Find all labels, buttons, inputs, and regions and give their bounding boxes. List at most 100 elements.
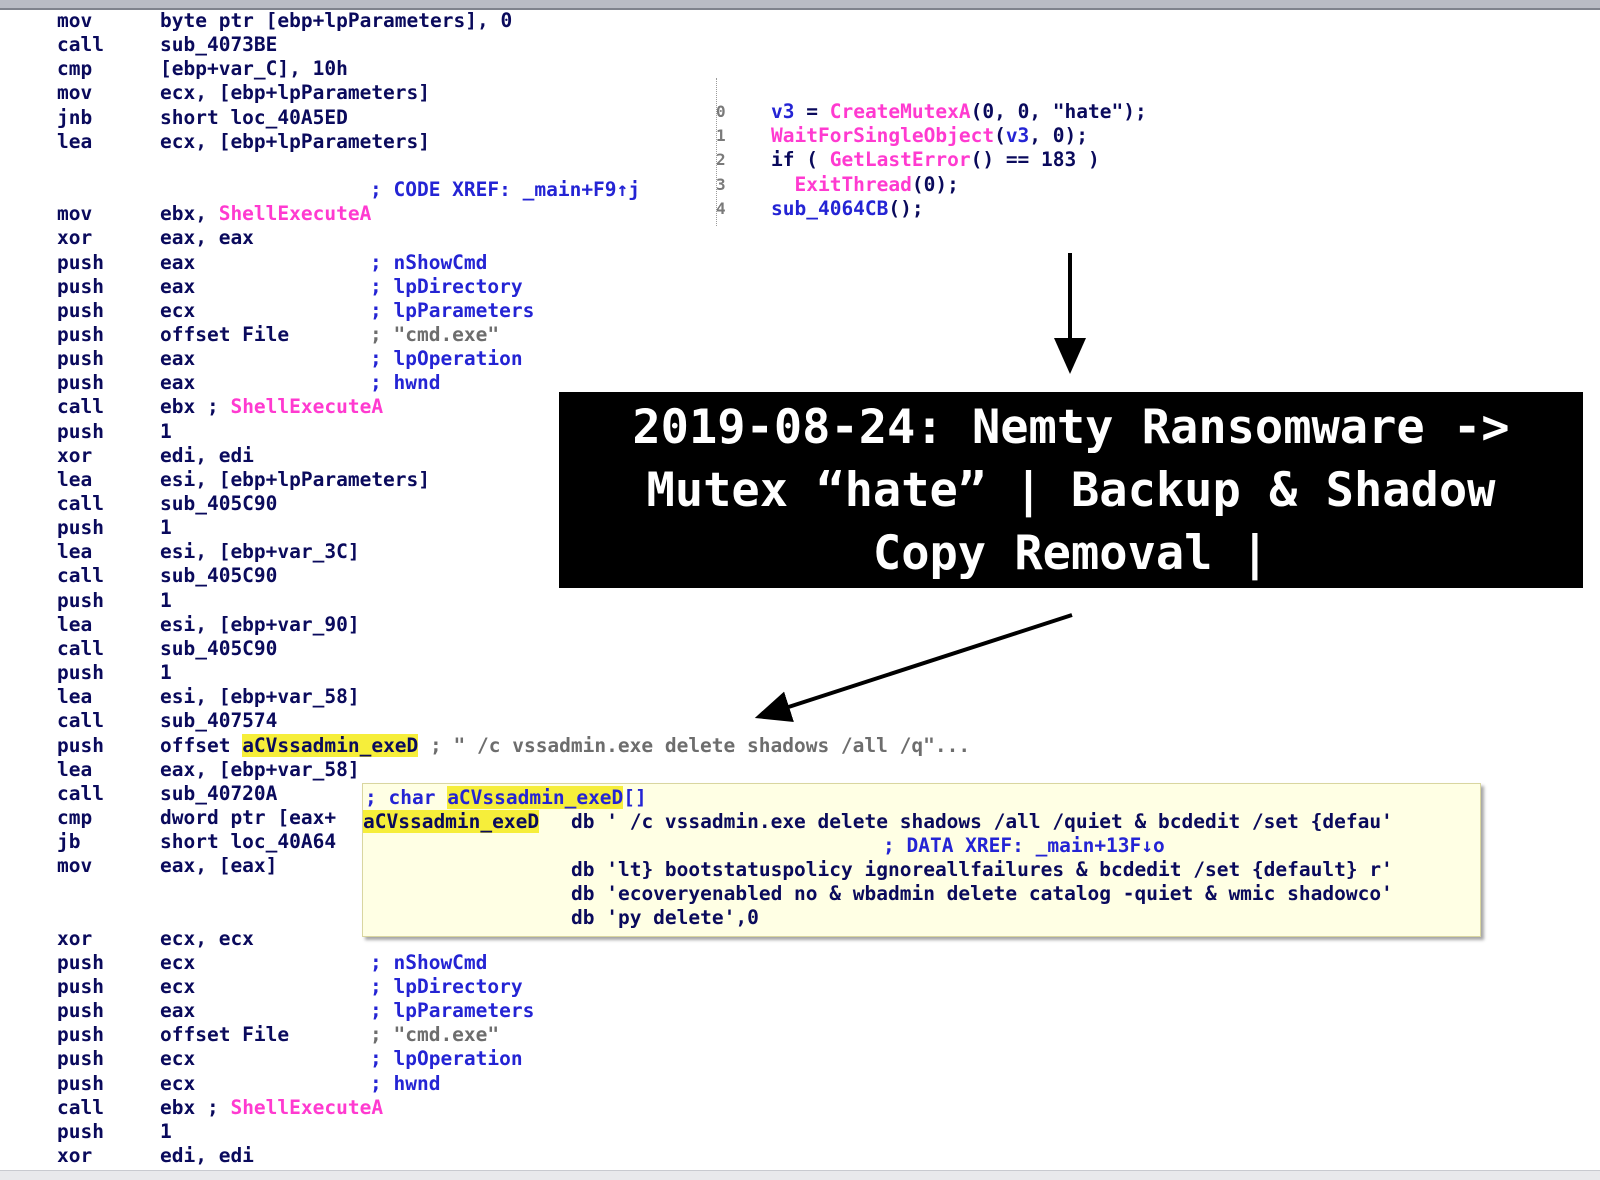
pseudocode-text: WaitForSingleObject(v3, 0); — [771, 124, 1088, 148]
operand: ecx — [160, 950, 196, 974]
operand: 1 — [160, 661, 172, 685]
mnemonic: call — [57, 564, 104, 588]
api-name: ShellExecuteA — [218, 202, 372, 226]
tooltip-symbol: aCVssadmin_exeD — [363, 810, 540, 833]
operand: ecx, [ebp+lpParameters] — [160, 129, 431, 153]
operand: eax — [160, 250, 196, 274]
operand: sub_4073BE — [160, 33, 278, 57]
mnemonic: lea — [57, 685, 93, 709]
operand: sub_405C90 — [160, 636, 278, 660]
mnemonic: lea — [57, 129, 93, 153]
comment: ; nShowCmd — [370, 950, 488, 974]
mnemonic: mov — [57, 81, 93, 105]
mnemonic: call — [57, 781, 104, 805]
mnemonic: jnb — [57, 105, 93, 129]
banner-line-3: Copy Removal | — [872, 525, 1270, 581]
mnemonic: mov — [57, 202, 93, 226]
pseudocode-text: if ( GetLastError() == 183 ) — [771, 148, 1100, 172]
code-token: GetLastError — [829, 148, 971, 172]
operand: ebx ; ShellExecuteA — [160, 395, 384, 419]
mnemonic: push — [57, 250, 104, 274]
mnemonic: push — [57, 1047, 104, 1071]
header-suffix: [] — [623, 786, 647, 809]
operand: sub_405C90 — [160, 564, 278, 588]
code-token: (); — [888, 196, 924, 220]
comment: ; lpParameters — [370, 999, 535, 1023]
mnemonic: push — [57, 516, 104, 540]
operand: offset File — [160, 1023, 290, 1047]
code-token: WaitForSingleObject — [771, 124, 995, 148]
mnemonic: lea — [57, 467, 93, 491]
mnemonic: lea — [57, 540, 93, 564]
mnemonic: call — [57, 492, 104, 515]
mnemonic: mov — [57, 9, 93, 32]
comment: ; "cmd.exe" — [370, 1023, 500, 1047]
operand: eax, [eax] — [160, 854, 278, 878]
code-token: ( — [994, 124, 1006, 148]
operand: ebx, ShellExecuteA — [160, 202, 372, 226]
mnemonic: push — [57, 1119, 104, 1143]
operand: eax, eax — [160, 226, 254, 250]
operand: sub_405C90 — [160, 492, 278, 515]
code-token: = — [794, 100, 830, 123]
operand: ecx, ecx — [160, 926, 254, 950]
tooltip-db-line: db 'ecoveryenabled no & wbadmin delete c… — [571, 882, 1393, 906]
db-text: db 'ecoveryenabled no & wbadmin delete c… — [571, 882, 1393, 905]
code-token: ExitThread — [794, 172, 912, 196]
operand: ecx — [160, 298, 196, 322]
line-number: 2 — [716, 150, 726, 170]
mnemonic: call — [57, 395, 104, 419]
operand: offset aCVssadmin_exeD ; " /c vssadmin.e… — [160, 733, 971, 758]
operand: esi, [ebp+var_3C] — [160, 540, 360, 564]
comment: ; " /c vssadmin.exe delete shadows /all … — [418, 733, 971, 757]
mnemonic: push — [57, 419, 104, 443]
operand: edi, edi — [160, 1144, 254, 1168]
tooltip-db-line: db 'py delete',0 — [571, 906, 759, 930]
operand: eax — [160, 999, 196, 1023]
comment: ; hwnd — [370, 1071, 441, 1095]
db-text: db ' /c vssadmin.exe delete shadows /all… — [571, 810, 1393, 833]
operand: sub_407574 — [160, 709, 278, 733]
mnemonic: push — [57, 347, 104, 371]
tooltip-header: ; char aCVssadmin_exeD[] — [365, 786, 647, 810]
title-banner: 2019-08-24: Nemty Ransomware -> Mutex “h… — [559, 392, 1583, 588]
line-number: 1 — [716, 126, 726, 146]
pseudocode-panel[interactable]: 0 v3 = CreateMutexA(0, 0, "hate"); 1 WaitFo… — [716, 78, 1257, 226]
mnemonic: push — [57, 322, 104, 346]
comment: ; "cmd.exe" — [370, 322, 500, 346]
operand: esi, [ebp+lpParameters] — [160, 467, 431, 491]
operand: ecx — [160, 975, 196, 998]
operand: esi, [ebp+var_90] — [160, 612, 360, 636]
pseudocode-text: v3 = CreateMutexA(0, 0, "hate"); — [771, 100, 1147, 124]
mnemonic: push — [57, 298, 104, 322]
code-token: if ( — [771, 148, 830, 172]
tooltip-db-line: db ' /c vssadmin.exe delete shadows /all… — [571, 810, 1393, 834]
tooltip-symbol-row: aCVssadmin_exeD — [363, 810, 540, 834]
mnemonic: call — [57, 1095, 104, 1119]
mnemonic: push — [57, 274, 104, 298]
operand: byte ptr [ebp+lpParameters], 0 — [160, 9, 513, 32]
mnemonic: lea — [57, 757, 93, 781]
operand: 1 — [160, 1119, 172, 1143]
string-tooltip: ; char aCVssadmin_exeD[] aCVssadmin_exeD;… — [362, 783, 1481, 937]
operand: short loc_40A64 — [160, 830, 337, 854]
db-text: db 'py delete',0 — [571, 906, 759, 929]
comment: ; lpParameters — [370, 298, 535, 322]
tooltip-xref: ; DATA XREF: _main+13F↓o — [883, 834, 1165, 858]
api-name: ShellExecuteA — [230, 1095, 384, 1119]
api-name: ShellExecuteA — [230, 395, 384, 419]
xref-text: ; DATA XREF: _main+13F↓o — [883, 834, 1165, 857]
code-token: sub_4064CB — [771, 196, 889, 220]
operand: dword ptr [eax+ — [160, 805, 337, 829]
operand: esi, [ebp+var_58] — [160, 685, 360, 709]
code-token: (0, 0, "hate"); — [970, 100, 1147, 123]
mnemonic: cmp — [57, 57, 93, 81]
mnemonic: xor — [57, 926, 93, 950]
pseudocode-text: sub_4064CB(); — [771, 197, 924, 221]
tooltip-db-line: db 'lt} bootstatuspolicy ignoreallfailur… — [571, 858, 1393, 882]
code-token: () == 183 ) — [970, 148, 1100, 172]
highlighted-symbol: aCVssadmin_exeD — [242, 733, 419, 757]
operand: eax — [160, 371, 196, 395]
comment: ; hwnd — [370, 371, 441, 395]
